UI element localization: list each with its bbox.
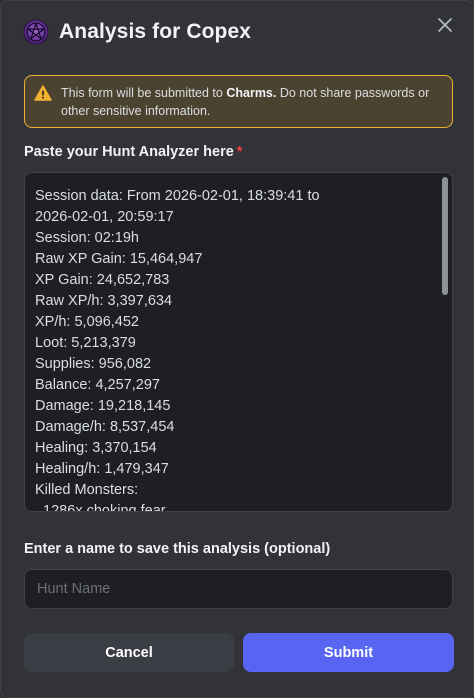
warning-app-name: Charms. — [226, 86, 277, 100]
pentagram-icon — [23, 19, 49, 45]
analyzer-line: Healing/h: 1,479,347 — [35, 461, 169, 477]
textarea-scrollbar[interactable] — [442, 177, 448, 295]
analyzer-line: XP/h: 5,096,452 — [35, 314, 139, 330]
hunt-name-input[interactable] — [24, 569, 453, 609]
save-name-label: Enter a name to save this analysis (opti… — [24, 541, 331, 557]
analyzer-line: Raw XP/h: 3,397,634 — [35, 293, 173, 309]
analyzer-line: Raw XP Gain: 15,464,947 — [35, 251, 203, 267]
analyzer-line: Killed Monsters: — [35, 482, 139, 498]
submit-button[interactable]: Submit — [243, 633, 454, 672]
close-button[interactable] — [433, 13, 457, 37]
required-mark: * — [236, 144, 243, 160]
close-icon — [438, 18, 452, 32]
modal-header: Analysis for Copex — [23, 19, 251, 45]
analyzer-line: Damage: 19,218,145 — [35, 398, 171, 414]
hunt-analyzer-textarea[interactable]: Session data: From 2026-02-01, 18:39:41 … — [24, 172, 453, 512]
warning-banner: This form will be submitted to Charms. D… — [24, 75, 453, 128]
cancel-button[interactable]: Cancel — [24, 633, 234, 672]
analysis-modal: Analysis for Copex This form will be sub… — [0, 0, 474, 698]
analyzer-line: Session: 02:19h — [35, 230, 139, 246]
analyzer-line: XP Gain: 24,652,783 — [35, 272, 170, 288]
analyzer-line: Balance: 4,257,297 — [35, 377, 160, 393]
hunt-analyzer-label-text: Paste your Hunt Analyzer here — [24, 144, 234, 160]
analyzer-line: 1286x choking fear — [35, 503, 166, 512]
warning-icon — [34, 85, 52, 101]
analyzer-line: Healing: 3,370,154 — [35, 440, 157, 456]
warning-text-prefix: This form will be submitted to — [61, 86, 227, 100]
hunt-analyzer-label: Paste your Hunt Analyzer here * — [24, 144, 242, 160]
analyzer-line: Damage/h: 8,537,454 — [35, 419, 175, 435]
analyzer-line: Loot: 5,213,379 — [35, 335, 136, 351]
analyzer-line: Supplies: 956,082 — [35, 356, 152, 372]
analyzer-line: Session data: From 2026-02-01, 18:39:41 … — [35, 188, 320, 204]
modal-title: Analysis for Copex — [59, 20, 252, 43]
analyzer-line: 2026-02-01, 20:59:17 — [35, 209, 174, 225]
